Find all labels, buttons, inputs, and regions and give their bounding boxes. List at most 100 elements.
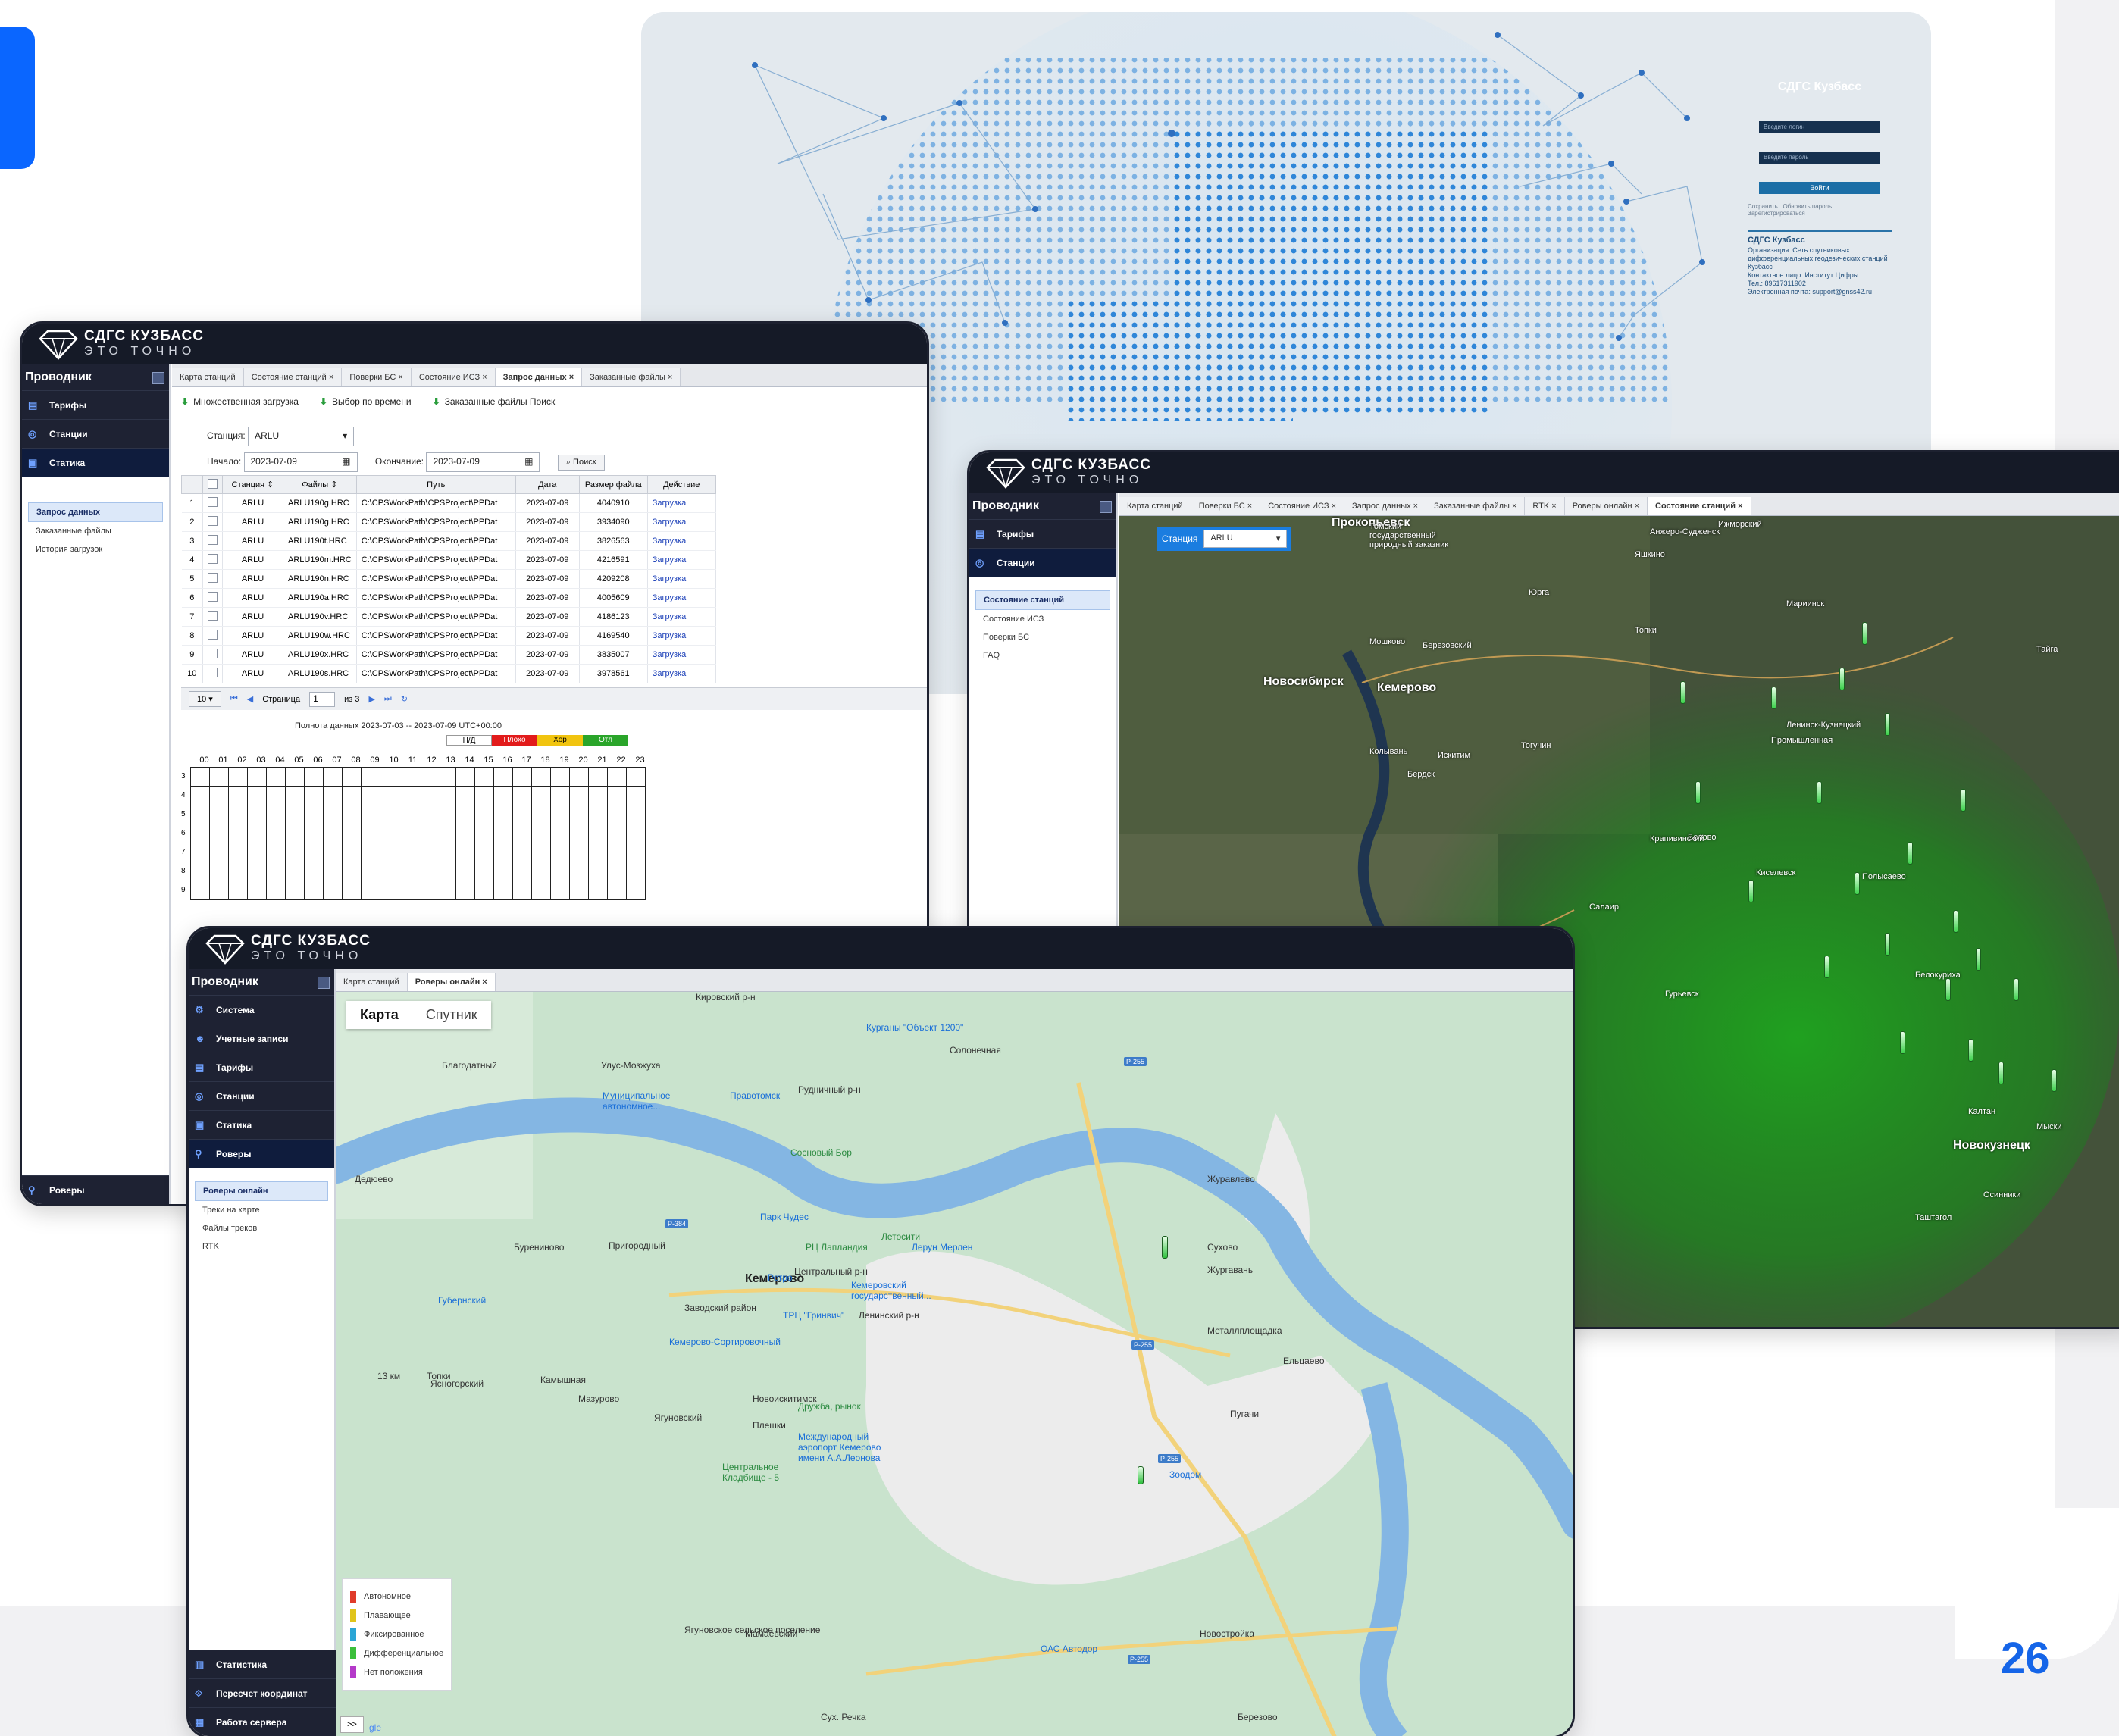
rover-marker[interactable] [1162,1236,1168,1259]
tab-station-map[interactable]: Карта станций [172,368,244,386]
password-field[interactable]: Введите пароль [1759,152,1880,164]
row-checkbox[interactable] [202,664,223,683]
tab-data-request[interactable]: Запрос данных × [1344,497,1427,515]
time-select-button[interactable]: ⬇ Выбор по времени [320,396,412,407]
collapse-sidebar-icon[interactable] [1100,501,1112,513]
select-all-checkbox[interactable] [202,475,223,494]
refresh-icon[interactable]: ↻ [401,694,408,704]
download-link[interactable]: Загрузка [647,645,716,665]
subnav-download-history[interactable]: История загрузок [28,540,163,558]
column-header[interactable]: Станция ⇕ [222,475,283,494]
nav-statistics[interactable]: ▥ Статистика [189,1650,336,1678]
subnav-station-state[interactable]: Состояние станций [975,590,1110,610]
nav-coordinate-recalc[interactable]: ⟐ Пересчет координат [189,1678,336,1707]
subnav-satellite-state[interactable]: Состояние ИСЗ [975,610,1110,628]
station-marker[interactable] [1900,1031,1905,1054]
page-number-input[interactable]: 1 [309,691,336,707]
download-link[interactable]: Загрузка [647,664,716,683]
row-checkbox[interactable] [202,645,223,665]
multi-download-button[interactable]: ⬇ Множественная загрузка [181,396,299,407]
map-poi-label[interactable]: ТРЦ "Гринвич" [783,1310,844,1321]
row-checkbox[interactable] [202,626,223,646]
collapse-sidebar-icon[interactable] [152,372,164,384]
tab-rovers-online[interactable]: Роверы онлайн × [1564,497,1648,515]
reset-password-link[interactable]: Обновить пароль [1783,203,1832,210]
map-poi-label[interactable]: ОАС Автодор [1041,1644,1097,1654]
row-checkbox[interactable] [202,512,223,532]
station-marker[interactable] [2052,1069,2057,1092]
tab-station-state[interactable]: Состояние станций × [243,368,343,386]
nav-rovers[interactable]: ⚲ Роверы [189,1139,334,1168]
map-poi-label[interactable]: Кемеровский государственный... [851,1280,950,1301]
station-marker[interactable] [1885,933,1890,956]
page-size-select[interactable]: 10 ▾ [189,691,221,707]
map-poi-label[interactable]: Сосновый Бор [790,1147,852,1158]
map-poi-label[interactable]: Дружба, рынок [798,1401,861,1412]
login-field[interactable]: Введите логин [1759,121,1880,133]
tab-data-request[interactable]: Запрос данных × [495,368,583,386]
tab-rovers-online[interactable]: Роверы онлайн × [407,973,496,991]
station-marker[interactable] [1885,713,1890,736]
nav-server-work[interactable]: ▦ Работа сервера [189,1707,336,1736]
station-marker[interactable] [1824,956,1829,978]
subnav-bs-checks[interactable]: Поверки БС [975,628,1110,646]
station-marker[interactable] [1968,1039,1973,1062]
subnav-faq[interactable]: FAQ [975,646,1110,665]
tab-ordered-files[interactable]: Заказанные файлы × [582,368,681,386]
map-poi-label[interactable]: Губернский [438,1295,486,1306]
map-poi-label[interactable]: Летосити [881,1231,920,1242]
nav-static[interactable]: ▣ Статика [189,1110,334,1139]
nav-stations[interactable]: ◎ Станции [969,548,1116,577]
nav-system[interactable]: ⚙ Система [189,995,334,1024]
station-marker[interactable] [1945,978,1951,1001]
nav-rovers[interactable]: ⚲ Роверы [22,1175,169,1204]
rover-marker[interactable] [1138,1466,1144,1484]
nav-tariffs[interactable]: ▤ Тарифы [969,519,1116,548]
register-link[interactable]: Зарегистрироваться [1748,210,1805,217]
download-link[interactable]: Загрузка [647,512,716,532]
subnav-data-request[interactable]: Запрос данных [28,502,163,522]
map-poi-label[interactable]: Зоодом [1169,1469,1201,1480]
download-link[interactable]: Загрузка [647,588,716,608]
tab-station-map[interactable]: Карта станций [336,973,408,991]
nav-stations[interactable]: ◎ Станции [22,419,169,448]
tab-bs-checks[interactable]: Поверки БС × [1191,497,1261,515]
map-poi-label[interactable]: Кемерово-Сортировочный [669,1337,781,1347]
subnav-tracks-on-map[interactable]: Треки на карте [195,1201,328,1219]
tab-station-map[interactable]: Карта станций [1119,497,1191,515]
map-poi-label[interactable]: Центральное Кладбище - 5 [722,1462,821,1483]
station-marker[interactable] [1961,789,1966,812]
row-checkbox[interactable] [202,550,223,570]
last-page-icon[interactable]: ⏭ [384,694,392,704]
station-marker[interactable] [1680,681,1685,704]
remember-checkbox[interactable]: Сохранить [1748,203,1778,210]
station-marker[interactable] [1998,1062,2004,1084]
download-link[interactable]: Загрузка [647,493,716,513]
prev-page-icon[interactable]: ◀ [247,694,253,704]
download-link[interactable]: Загрузка [647,531,716,551]
row-checkbox[interactable] [202,493,223,513]
map-poi-label[interactable]: Парк Чудес [760,1212,809,1222]
station-select[interactable]: ARLU ▾ [1203,530,1288,548]
map-poi-label[interactable]: РЦ Лапландия [806,1242,868,1253]
nav-accounts[interactable]: ☻ Учетные записи [189,1024,334,1053]
map-poi-label[interactable]: Курганы "Объект 1200" [866,1022,963,1033]
collapse-sidebar-icon[interactable] [318,977,330,989]
nav-stations[interactable]: ◎ Станции [189,1081,334,1110]
download-link[interactable]: Загрузка [647,569,716,589]
station-marker[interactable] [1771,687,1776,709]
next-page-icon[interactable]: ▶ [368,694,374,704]
map-poi-label[interactable]: Муниципальное автономное... [603,1090,701,1112]
map-type-map[interactable]: Карта [346,1001,412,1029]
first-page-icon[interactable]: ⏮ [230,694,238,704]
city-map[interactable]: Карта Спутник Кемерово Благодатный Улус-Мо… [336,992,1573,1736]
login-button[interactable]: Войти [1759,182,1880,194]
nav-tariffs[interactable]: ▤ Тарифы [189,1053,334,1081]
tab-ordered-files[interactable]: Заказанные файлы × [1426,497,1526,515]
station-marker[interactable] [1855,872,1860,895]
row-checkbox[interactable] [202,588,223,608]
station-marker[interactable] [1908,842,1913,865]
station-marker[interactable] [1976,948,1981,971]
tab-satellite-state[interactable]: Состояние ИСЗ × [411,368,496,386]
download-link[interactable]: Загрузка [647,626,716,646]
